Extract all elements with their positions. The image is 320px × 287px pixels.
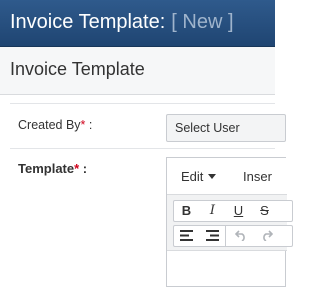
align-button-group [173,225,293,247]
redo-button[interactable] [254,226,279,246]
divider [10,103,275,104]
italic-button[interactable]: I [200,201,225,221]
strikethrough-button[interactable]: S [252,201,277,221]
chevron-down-icon [208,174,217,179]
format-button-group: B I U S [173,200,293,222]
label-colon: : [79,161,88,176]
window-title: Invoice Template:[ New ] [10,11,234,34]
toolbar-divider [225,226,226,246]
divider [10,148,275,149]
created-by-select[interactable]: Select User [166,114,286,142]
page-title: Invoice Template [10,59,145,79]
align-left-button[interactable] [174,226,199,246]
page-header: Invoice Template [0,47,275,95]
editor-toolbar: B I U S [167,195,293,251]
created-by-label: Created By* : [18,118,92,132]
window-title-status: [ New ] [171,11,234,33]
undo-icon [234,230,245,242]
menu-insert[interactable]: Inser [243,169,272,184]
editor-menubar: Edit Inser [167,158,287,195]
created-by-select-value: Select User [175,121,240,135]
undo-button[interactable] [228,226,253,246]
menu-edit[interactable]: Edit [181,169,217,184]
menu-edit-label: Edit [181,169,204,184]
template-label-text: Template [18,161,75,176]
align-right-icon [206,230,219,241]
bold-button[interactable]: B [174,201,199,221]
align-right-button[interactable] [200,226,225,246]
label-colon: : [85,118,93,132]
redo-icon [262,230,273,242]
menu-insert-label: Inser [243,169,272,184]
window-titlebar: Invoice Template:[ New ] [0,0,275,47]
template-label: Template* : [18,161,87,176]
underline-button[interactable]: U [226,201,251,221]
template-editor[interactable]: Edit Inser B I U S [166,157,293,287]
window-title-text: Invoice Template: [10,11,166,33]
created-by-label-text: Created By [18,118,81,132]
align-left-icon [180,230,193,241]
